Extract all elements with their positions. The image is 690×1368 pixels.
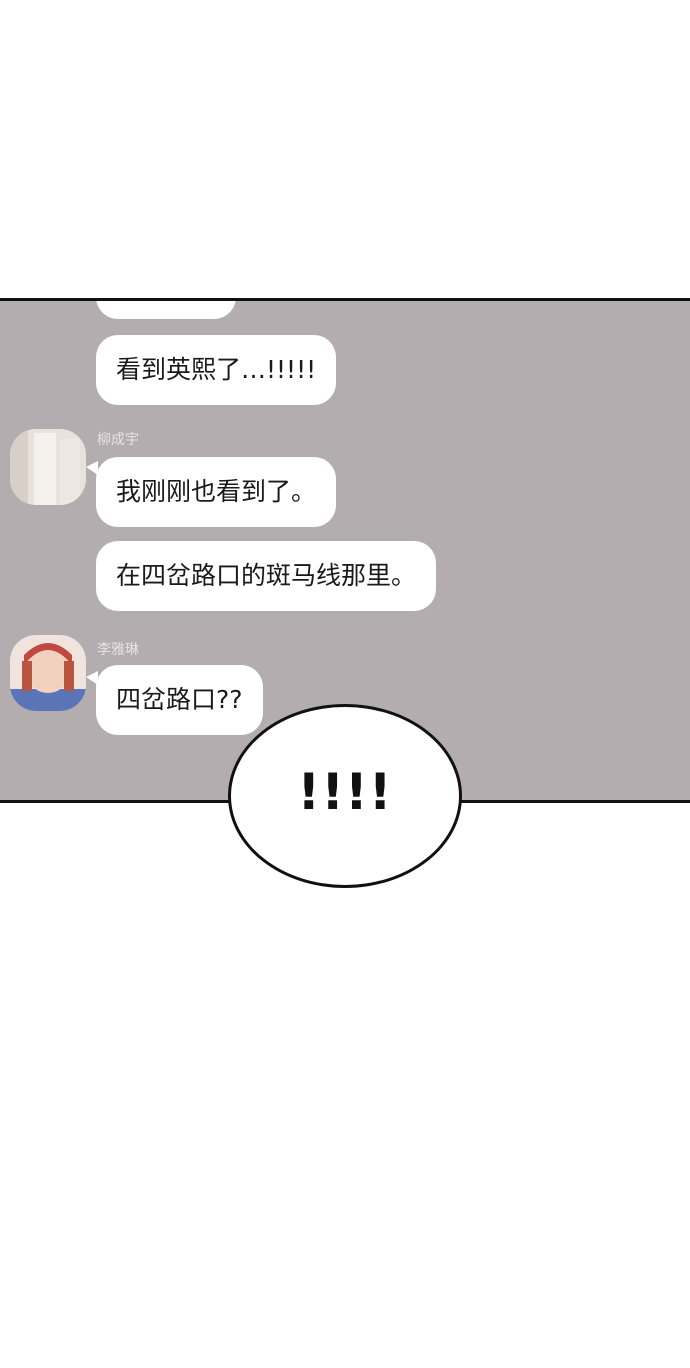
avatar-liu [10,429,86,505]
avatar-li [10,635,86,711]
speech-bubble: !!!! [228,704,462,888]
sender-name: 柳成宇 [97,432,139,448]
speech-text: !!!! [297,763,393,821]
sender-name: 李雅琳 [97,642,139,658]
chat-bubble: 在四岔路口的斑马线那里。 [96,541,437,611]
chat-bubble-cropped [96,301,236,319]
chat-bubble: 四岔路口?? [96,665,263,735]
chat-bubble: 看到英熙了…!!!!! [96,335,337,405]
chat-bubble: 我刚刚也看到了。 [96,457,337,527]
